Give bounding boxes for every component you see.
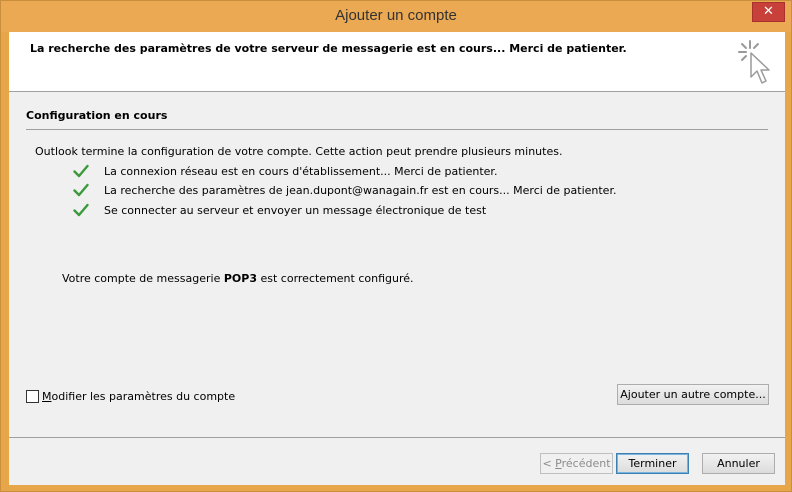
check-icon [73, 203, 89, 217]
window-title: Ajouter un compte [335, 7, 457, 24]
intro-text: Outlook termine la configuration de votr… [35, 145, 563, 158]
step-item: La recherche des paramètres de jean.dupo… [73, 182, 616, 198]
section-divider [26, 129, 768, 130]
close-button[interactable]: ✕ [752, 2, 785, 22]
step-label: La recherche des paramètres de jean.dupo… [104, 183, 617, 197]
busy-cursor-icon [738, 40, 770, 84]
header-band: La recherche des paramètres de votre ser… [9, 32, 785, 92]
title-bar[interactable]: Ajouter un compte ✕ [1, 1, 791, 32]
check-icon [73, 183, 89, 197]
previous-button[interactable]: < Précédent [540, 453, 613, 474]
modify-settings-option[interactable]: Modifier les paramètres du compte [26, 390, 235, 403]
account-type: POP3 [223, 272, 257, 285]
result-message: Votre compte de messagerie POP3 est corr… [62, 272, 414, 285]
modify-settings-label-text: odifier les paramètres du compte [51, 390, 236, 403]
step-label: La connexion réseau est en cours d'établ… [104, 164, 498, 178]
step-label: Se connecter au serveur et envoyer un me… [104, 203, 487, 217]
section-title: Configuration en cours [26, 109, 168, 122]
header-message: La recherche des paramètres de votre ser… [30, 42, 627, 55]
step-item: La connexion réseau est en cours d'établ… [73, 163, 497, 179]
dialog-client-area: La recherche des paramètres de votre ser… [9, 32, 785, 485]
modify-settings-label[interactable]: Modifier les paramètres du compte [42, 390, 235, 403]
finish-button[interactable]: Terminer [616, 453, 689, 474]
step-item: Se connecter au serveur et envoyer un me… [73, 202, 486, 218]
previous-prefix: < [542, 457, 556, 470]
previous-label-text: récédent [561, 457, 611, 470]
cancel-button[interactable]: Annuler [702, 453, 775, 474]
add-another-account-button[interactable]: Ajouter un autre compte... [617, 384, 769, 405]
check-icon [73, 164, 89, 178]
footer-divider [9, 437, 785, 438]
result-prefix: Votre compte de messagerie [62, 272, 224, 285]
modify-settings-checkbox[interactable] [26, 390, 39, 403]
modify-settings-mnemonic: M [42, 390, 52, 403]
dialog-window: Ajouter un compte ✕ La recherche des par… [0, 0, 792, 492]
result-suffix: est correctement configuré. [256, 272, 414, 285]
